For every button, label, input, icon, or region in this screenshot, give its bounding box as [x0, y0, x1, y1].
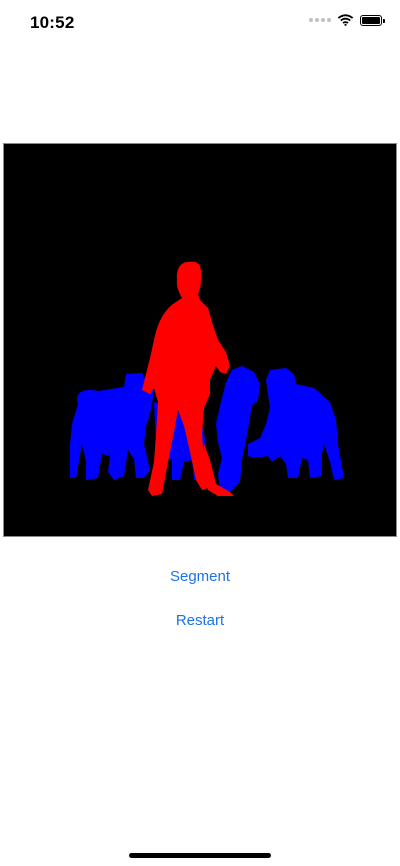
segment-button[interactable]: Segment: [0, 568, 400, 585]
status-time: 10:52: [30, 13, 75, 32]
restart-button[interactable]: Restart: [0, 612, 400, 629]
signal-dots-icon: [309, 18, 331, 22]
home-indicator[interactable]: [129, 853, 271, 858]
wifi-icon: [337, 14, 354, 26]
status-bar: 10:52: [0, 0, 400, 44]
status-icons: [309, 14, 385, 26]
battery-icon: [360, 14, 385, 26]
segmentation-image: [3, 143, 397, 537]
segmentation-mask: [4, 144, 396, 536]
